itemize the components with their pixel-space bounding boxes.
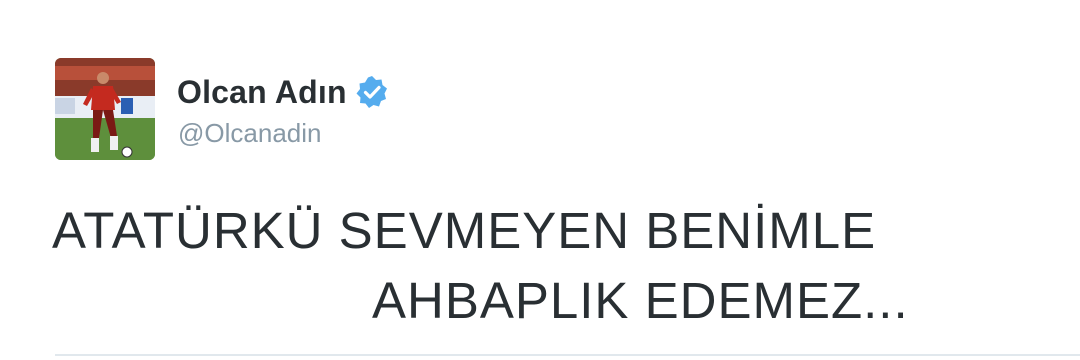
author-handle[interactable]: @Olcanadin xyxy=(178,118,321,149)
avatar-image xyxy=(55,58,155,160)
verified-badge-icon xyxy=(355,75,389,109)
author-display-name[interactable]: Olcan Adın xyxy=(177,74,347,111)
tweet-card: Olcan Adın @Olcanadin ATATÜRKÜ SEVMEYEN … xyxy=(0,0,1080,360)
divider xyxy=(55,354,1080,356)
author-name-row: Olcan Adın xyxy=(177,72,389,112)
avatar[interactable] xyxy=(55,58,155,160)
tweet-text: ATATÜRKÜ SEVMEYEN BENİMLE AHBAPLIK EDEME… xyxy=(52,196,1012,336)
tweet-text-line: ATATÜRKÜ SEVMEYEN BENİMLE xyxy=(52,202,877,259)
tweet-text-line: AHBAPLIK EDEMEZ... xyxy=(372,272,909,329)
